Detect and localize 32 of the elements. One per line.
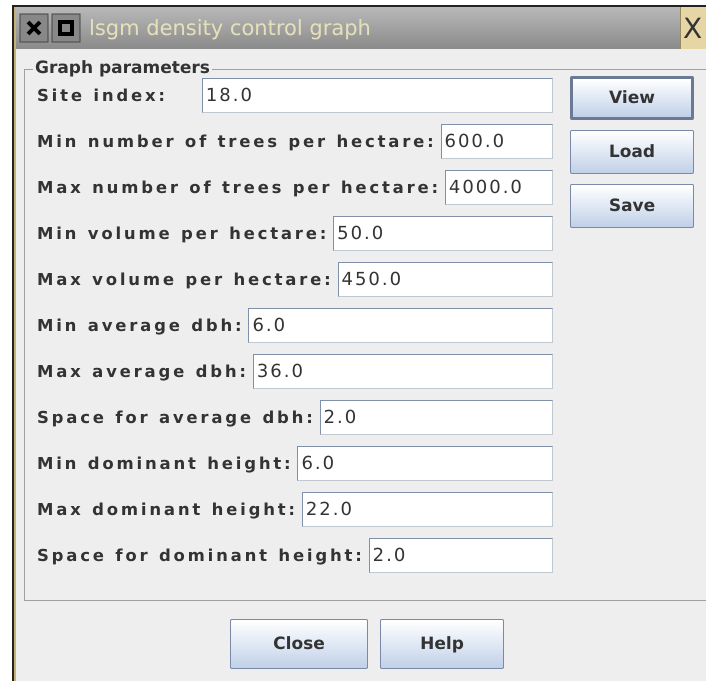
input-field[interactable]: 22.0 xyxy=(302,492,553,527)
input-field[interactable]: 450.0 xyxy=(338,262,553,297)
input-field[interactable]: 2.0 xyxy=(368,538,553,573)
field-label: Min number of trees per hectare: xyxy=(37,132,437,151)
input-field[interactable]: 6.0 xyxy=(297,446,553,481)
input-field[interactable]: 18.0 xyxy=(202,78,553,113)
input-field[interactable]: 36.0 xyxy=(252,354,553,389)
field-label: Space for average dbh: xyxy=(37,408,316,427)
input-field[interactable]: 6.0 xyxy=(248,308,553,343)
action-button[interactable]: Load xyxy=(570,130,694,174)
window-title: lsgm density control graph xyxy=(89,16,371,40)
maximize-icon[interactable] xyxy=(51,13,81,43)
field-label: Max number of trees per hectare: xyxy=(37,178,441,197)
field-label: Min dominant height: xyxy=(37,454,294,473)
dialog-button[interactable]: Help xyxy=(380,619,504,669)
action-button[interactable]: Save xyxy=(570,184,694,228)
input-field[interactable]: 2.0 xyxy=(320,400,553,435)
input-field[interactable]: 50.0 xyxy=(333,216,553,251)
field-label: Max volume per hectare: xyxy=(37,270,334,289)
title-x-button[interactable]: X xyxy=(680,7,706,49)
field-label: Space for dominant height: xyxy=(37,546,365,565)
field-label: Site index: xyxy=(37,86,168,105)
close-icon[interactable] xyxy=(19,13,49,43)
input-field[interactable]: 4000.0 xyxy=(444,170,553,205)
group-title: Graph parameters xyxy=(33,58,212,78)
action-button[interactable]: View xyxy=(570,76,694,120)
field-label: Min volume per hectare: xyxy=(37,224,330,243)
input-field[interactable]: 600.0 xyxy=(440,124,553,159)
field-label: Max dominant height: xyxy=(37,500,298,519)
dialog-button[interactable]: Close xyxy=(230,619,368,669)
field-label: Max average dbh: xyxy=(37,362,249,381)
field-label: Min average dbh: xyxy=(37,316,244,335)
